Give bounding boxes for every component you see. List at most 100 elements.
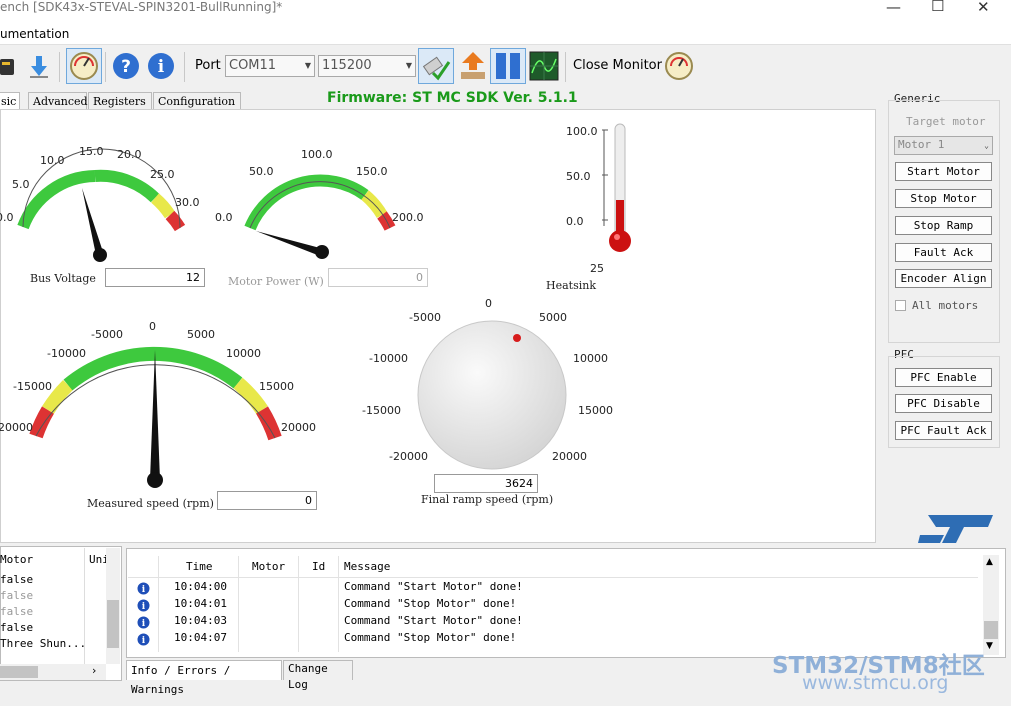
log-row-time: 10:04:07 — [174, 631, 227, 644]
tab-configuration[interactable]: Configuration — [153, 92, 241, 109]
final-ramp-tick: 5000 — [539, 311, 567, 324]
port-label: Port — [195, 58, 221, 73]
watermark-url: www.stmcu.org — [802, 672, 949, 694]
info-icon[interactable]: i — [146, 51, 176, 81]
final-ramp-tick: -15000 — [362, 404, 401, 417]
pfc-disable-button[interactable]: PFC Disable — [895, 394, 992, 413]
final-ramp-tick: -5000 — [409, 311, 441, 324]
heatsink-tick: 50.0 — [566, 170, 591, 183]
monitor-gauge-icon[interactable] — [66, 48, 102, 84]
close-window-button[interactable]: ✕ — [977, 0, 990, 16]
measured-speed-tick: 5000 — [187, 328, 215, 341]
tab-change-log[interactable]: Change Log — [283, 660, 353, 691]
baud-select[interactable]: 115200 ▼ — [318, 55, 416, 77]
heatsink-tick: 0.0 — [566, 215, 584, 228]
tab-basic[interactable]: sic — [0, 92, 20, 109]
tab-registers[interactable]: Registers — [88, 92, 152, 109]
firmware-version: Firmware: ST MC SDK Ver. 5.1.1 — [327, 90, 578, 106]
table-row[interactable]: false — [0, 573, 33, 586]
tab-advanced[interactable]: Advanced — [28, 92, 88, 109]
bus-voltage-tick: 10.0 — [40, 154, 65, 167]
info-icon: i — [137, 631, 150, 650]
svg-text:i: i — [142, 585, 146, 595]
measured-speed-tick: 10000 — [226, 347, 261, 360]
target-motor-label: Target motor — [906, 115, 986, 128]
encoder-align-button[interactable]: Encoder Align — [895, 269, 992, 288]
measured-speed-tick: 0 — [149, 320, 156, 333]
connect-icon[interactable] — [418, 48, 454, 84]
log-header-id: Id — [312, 560, 326, 573]
fault-ack-button[interactable]: Fault Ack — [895, 243, 992, 262]
motor-power-value: 0 — [328, 268, 428, 287]
final-ramp-value[interactable]: 3624 — [434, 474, 538, 493]
log-vertical-scrollbar[interactable]: ▲ ▼ — [983, 555, 999, 655]
log-row-message: Command "Stop Motor" done! — [344, 597, 517, 610]
measured-speed-value: 0 — [217, 491, 317, 510]
measured-speed-tick: 15000 — [259, 380, 294, 393]
tab-info-errors-warnings[interactable]: Info / Errors / Warnings — [126, 660, 282, 696]
start-motor-button[interactable]: Start Motor — [895, 162, 992, 181]
log-row-message: Command "Start Motor" done! — [344, 580, 523, 593]
menu-item-documentation[interactable]: umentation — [0, 27, 69, 41]
log-row-message: Command "Stop Motor" done! — [344, 631, 517, 644]
measured-speed-tick: -20000 — [0, 421, 33, 434]
table-row[interactable]: Three Shun... — [0, 637, 86, 650]
column-header-motor: Motor — [0, 553, 34, 566]
final-ramp-tick: 10000 — [573, 352, 608, 365]
pfc-fault-ack-button[interactable]: PFC Fault Ack — [895, 421, 992, 440]
final-ramp-tick: -10000 — [369, 352, 408, 365]
log-row-time: 10:04:01 — [174, 597, 227, 610]
help-icon[interactable]: ? — [111, 51, 141, 81]
pfc-enable-button[interactable]: PFC Enable — [895, 368, 992, 387]
target-motor-select[interactable]: Motor 1 ⌄ — [894, 136, 993, 155]
log-row-time: 10:04:03 — [174, 614, 227, 627]
plot-icon[interactable] — [529, 51, 559, 81]
measured-speed-label: Measured speed (rpm) — [87, 497, 214, 510]
motor-power-tick: 200.0 — [392, 211, 424, 224]
log-header-message: Message — [344, 560, 391, 573]
close-monitor-label[interactable]: Close Monitor — [573, 58, 662, 73]
download-icon[interactable] — [26, 54, 52, 80]
svg-text:i: i — [142, 636, 146, 646]
measured-speed-tick: -15000 — [13, 380, 52, 393]
svg-text:i: i — [158, 57, 165, 77]
measured-speed-tick: -5000 — [91, 328, 123, 341]
motor-power-label: Motor Power (W) — [228, 275, 324, 288]
measured-speed-tick: 20000 — [281, 421, 316, 434]
log-header-time: Time — [186, 560, 213, 573]
port-select[interactable]: COM11 ▼ — [225, 55, 315, 77]
svg-text:i: i — [142, 619, 146, 629]
pause-icon[interactable] — [490, 48, 526, 84]
motor-power-tick: 50.0 — [249, 165, 274, 178]
window-title: ench [SDK43x-STEVAL-SPIN3201-BullRunning… — [0, 0, 283, 14]
chip-icon[interactable] — [0, 55, 16, 79]
svg-text:?: ? — [121, 57, 131, 77]
table-row[interactable]: false — [0, 621, 33, 634]
final-ramp-tick: 0 — [485, 297, 492, 310]
stop-motor-button[interactable]: Stop Motor — [895, 189, 992, 208]
scroll-right-icon[interactable]: › — [92, 664, 96, 677]
table-horizontal-scrollbar[interactable] — [0, 664, 106, 680]
all-motors-checkbox[interactable] — [895, 300, 906, 311]
maximize-button[interactable]: ☐ — [931, 0, 944, 15]
table-vertical-scrollbar[interactable] — [106, 548, 120, 664]
final-ramp-tick: -20000 — [389, 450, 428, 463]
minimize-button[interactable]: — — [886, 0, 901, 16]
log-row-time: 10:04:00 — [174, 580, 227, 593]
bus-voltage-tick: 5.0 — [12, 178, 30, 191]
svg-text:i: i — [142, 602, 146, 612]
table-row[interactable]: false — [0, 605, 33, 618]
bus-voltage-label: Bus Voltage — [30, 272, 96, 285]
close-monitor-gauge-icon[interactable] — [664, 51, 694, 81]
stop-ramp-button[interactable]: Stop Ramp — [895, 216, 992, 235]
bus-voltage-tick: 15.0 — [79, 145, 104, 158]
bus-voltage-tick: 25.0 — [150, 168, 175, 181]
bus-voltage-value: 12 — [105, 268, 205, 287]
bus-voltage-tick: 0.0 — [0, 211, 14, 224]
table-row[interactable]: false — [0, 589, 33, 602]
log-header-motor: Motor — [252, 560, 286, 573]
upload-icon[interactable] — [458, 50, 488, 82]
st-logo — [918, 515, 993, 543]
log-row-message: Command "Start Motor" done! — [344, 614, 523, 627]
final-ramp-tick: 15000 — [578, 404, 613, 417]
